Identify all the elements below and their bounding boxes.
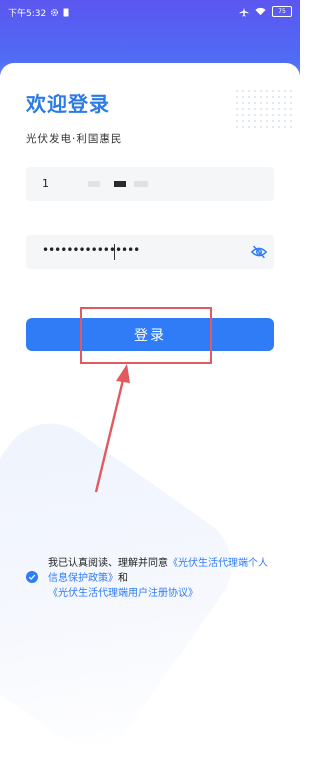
text-caret (114, 244, 115, 260)
annotation-highlight-box (80, 307, 212, 364)
phone-input[interactable]: 1 (26, 167, 274, 201)
user-agreement-link[interactable]: 《光伏生活代理端用户注册协议》 (48, 588, 198, 599)
battery-icon: 75 (272, 6, 292, 17)
redacted-digits (114, 181, 126, 187)
agreement-and: 和 (118, 573, 128, 584)
sim-card-icon (63, 8, 69, 17)
gear-icon (51, 8, 59, 17)
battery-level: 75 (278, 7, 286, 15)
wifi-icon (255, 7, 266, 16)
dot-pattern-decoration (234, 88, 294, 128)
status-bar: 下午5:32 75 (0, 0, 300, 26)
page-subtitle: 光伏发电·利国惠民 (26, 133, 123, 145)
redacted-digits (134, 181, 148, 187)
agreement-checkbox[interactable] (26, 571, 38, 583)
password-input[interactable]: •••••••••••••••• (26, 235, 274, 269)
airplane-icon (239, 7, 249, 16)
status-time: 下午5:32 (8, 9, 47, 19)
agreement-text: 我已认真阅读、理解并同意《光伏生活代理端个人信息保护政策》和《光伏生活代理端用户… (48, 556, 276, 601)
eye-slash-icon[interactable] (250, 243, 268, 261)
password-input-value: •••••••••••••••• (42, 243, 140, 257)
checkmark-icon (28, 574, 36, 580)
phone-input-value: 1 (42, 177, 49, 190)
redacted-digits (88, 181, 100, 187)
page-title: 欢迎登录 (26, 92, 110, 116)
agreement-prefix: 我已认真阅读、理解并同意 (48, 558, 168, 569)
